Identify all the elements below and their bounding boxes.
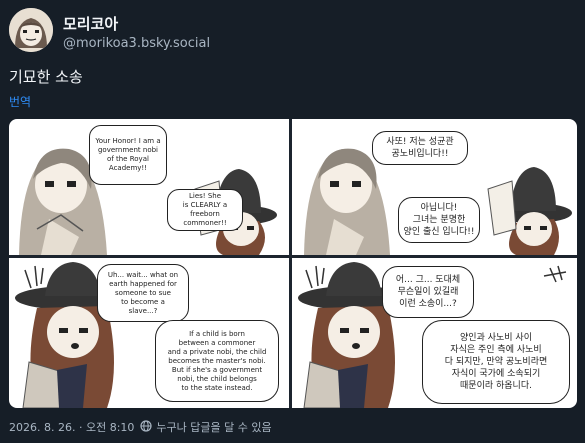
post-text: 기묘한 소송 — [9, 68, 83, 86]
avatar-image — [9, 8, 53, 52]
speech-bubble: Lies! She is CLEARLY a freeborn commoner… — [167, 189, 243, 231]
post-footer: 2026. 8. 26. · 오전 8:10 누구나 답글을 달 수 있음 — [9, 419, 272, 435]
speech-bubble-text: Lies! She is CLEARLY a freeborn commoner… — [182, 192, 228, 227]
speech-bubble-text: Uh... wait... what on earth happened for… — [107, 270, 179, 315]
speech-bubble: If a child is born between a commoner an… — [155, 320, 279, 402]
speech-bubble-text: Your Honor! I am a government nobi of th… — [95, 137, 161, 172]
user-handle[interactable]: @morikoa3.bsky.social — [63, 36, 210, 51]
avatar[interactable] — [9, 8, 53, 52]
translate-link[interactable]: 번역 — [9, 93, 31, 110]
comic-panel-3: Uh... wait... what on earth happened for… — [9, 258, 289, 408]
comic-panel-1: Your Honor! I am a government nobi of th… — [9, 119, 289, 255]
post-timestamp[interactable]: 2026. 8. 26. · 오전 8:10 — [9, 419, 134, 435]
speech-bubble-text: 사또! 저는 성균관 공노비입니다!! — [386, 137, 454, 159]
comic-panel-4: 어... 그... 도대체 무슨일이 있길래 이런 소송이...? 양인과 사노… — [292, 258, 577, 408]
globe-icon — [140, 419, 153, 435]
speech-bubble: 아닙니다! 그녀는 분명한 양인 출신 입니다!! — [398, 197, 480, 243]
speech-bubble-text: 아닙니다! 그녀는 분명한 양인 출신 입니다!! — [403, 203, 475, 237]
display-name[interactable]: 모리코아 — [63, 13, 118, 34]
speech-bubble: 사또! 저는 성균관 공노비입니다!! — [372, 131, 468, 165]
speech-bubble-text: 양인과 사노비 사이 자식은 주인 측에 사노비 다 되지만, 만약 공노비라면… — [444, 333, 548, 391]
speech-bubble-text: If a child is born between a commoner an… — [167, 329, 267, 392]
comic-panel-2: 사또! 저는 성균관 공노비입니다!! 아닙니다! 그녀는 분명한 양인 출신 … — [292, 119, 577, 255]
comic-image[interactable]: Your Honor! I am a government nobi of th… — [9, 119, 577, 408]
speech-bubble-text: 어... 그... 도대체 무슨일이 있길래 이런 소송이...? — [395, 275, 461, 309]
speech-bubble: Your Honor! I am a government nobi of th… — [89, 125, 167, 185]
speech-bubble: 어... 그... 도대체 무슨일이 있길래 이런 소송이...? — [382, 266, 474, 318]
speech-bubble: 양인과 사노비 사이 자식은 주인 측에 사노비 다 되지만, 만약 공노비라면… — [422, 320, 570, 404]
reply-setting[interactable]: 누구나 답글을 달 수 있음 — [156, 419, 271, 435]
speech-bubble: Uh... wait... what on earth happened for… — [97, 264, 189, 322]
post-header: 모리코아 @morikoa3.bsky.social — [9, 8, 569, 52]
